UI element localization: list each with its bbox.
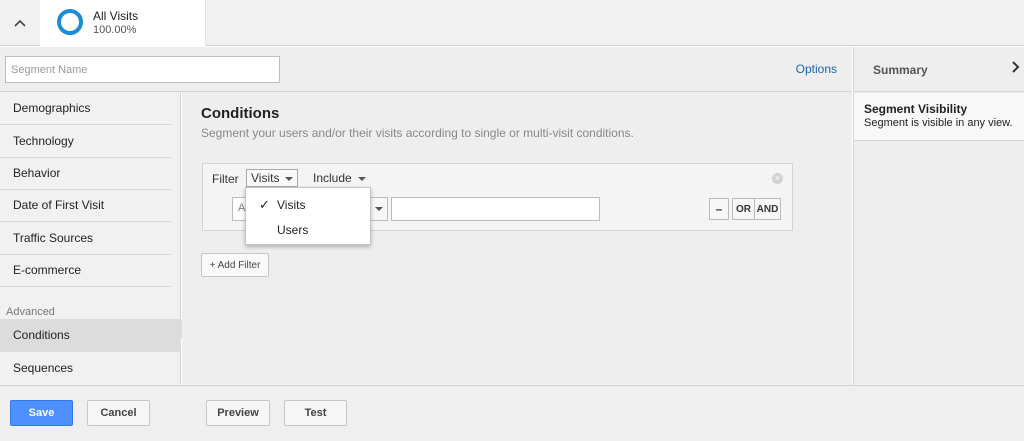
chevron-down-icon	[285, 176, 294, 181]
segment-card-percent: 100.00%	[93, 24, 137, 36]
operator-select[interactable]	[371, 197, 388, 221]
sidebar-item-conditions[interactable]: Conditions	[0, 319, 181, 352]
sidebar-item-ecommerce[interactable]: E-commerce	[0, 254, 171, 287]
filter-scope-menu: ✓ Visits Users	[245, 187, 371, 245]
filter-label: Filter	[212, 172, 239, 186]
sidebar-item-sequences[interactable]: Sequences	[0, 352, 171, 385]
options-link[interactable]: Options	[796, 62, 837, 76]
segment-visibility-block: Segment Visibility Segment is visible in…	[854, 93, 1024, 141]
sidebar-item-behavior[interactable]: Behavior	[0, 157, 171, 190]
menu-item-visits[interactable]: ✓ Visits	[246, 194, 370, 216]
menu-item-label: Users	[277, 223, 309, 237]
visibility-text: Segment is visible in any view.	[864, 117, 1013, 129]
filter-scope-dropdown[interactable]: Visits	[246, 169, 299, 187]
segment-name-row: Options	[0, 47, 852, 92]
remove-condition-button[interactable]: –	[709, 198, 729, 220]
sidebar-item-date-of-first-visit[interactable]: Date of First Visit	[0, 189, 171, 222]
summary-panel: Summary Segment Visibility Segment is vi…	[853, 47, 1024, 385]
page-subtitle: Segment your users and/or their visits a…	[201, 126, 634, 140]
menu-item-users[interactable]: Users	[246, 219, 370, 241]
menu-item-label: Visits	[277, 198, 306, 212]
sidebar-advanced-heading: Advanced	[6, 306, 55, 318]
condition-value-input[interactable]	[391, 197, 600, 221]
chevron-down-icon	[375, 207, 383, 211]
save-button[interactable]: Save	[10, 400, 73, 426]
segment-bar: All Visits 100.00%	[0, 0, 1024, 46]
summary-title: Summary	[873, 63, 928, 77]
sidebar-item-technology[interactable]: Technology	[0, 125, 171, 158]
segment-card[interactable]: All Visits 100.00%	[40, 0, 206, 46]
segment-ring-icon	[57, 9, 83, 35]
chevron-right-icon	[1012, 60, 1020, 77]
filter-scope-value: Visits	[251, 171, 280, 185]
segment-card-name: All Visits	[93, 9, 139, 23]
checkmark-icon: ✓	[259, 197, 270, 212]
segment-sidebar: Demographics Technology Behavior Date of…	[0, 92, 181, 385]
preview-button[interactable]: Preview	[206, 400, 270, 426]
cancel-button[interactable]: Cancel	[87, 400, 150, 426]
filter-include-dropdown[interactable]: Include	[309, 170, 370, 188]
filter-include-value: Include	[313, 171, 352, 185]
condition-button-group: – OR AND	[709, 198, 781, 220]
page-title: Conditions	[201, 105, 280, 122]
chevron-down-icon	[357, 176, 366, 181]
sidebar-item-traffic-sources[interactable]: Traffic Sources	[0, 222, 171, 255]
chevron-up-icon	[14, 19, 26, 27]
segment-name-input[interactable]	[5, 56, 280, 83]
or-button[interactable]: OR	[732, 198, 754, 220]
footer-bar: Save Cancel Preview Test	[0, 385, 1024, 441]
sidebar-item-demographics[interactable]: Demographics	[0, 92, 171, 125]
summary-header[interactable]: Summary	[854, 47, 1024, 92]
add-filter-button[interactable]: + Add Filter	[201, 253, 269, 277]
visibility-title: Segment Visibility	[864, 102, 968, 116]
test-button[interactable]: Test	[284, 400, 347, 426]
collapse-button[interactable]	[0, 0, 40, 46]
and-button[interactable]: AND	[754, 198, 781, 220]
remove-filter-icon[interactable]: ×	[772, 173, 783, 184]
